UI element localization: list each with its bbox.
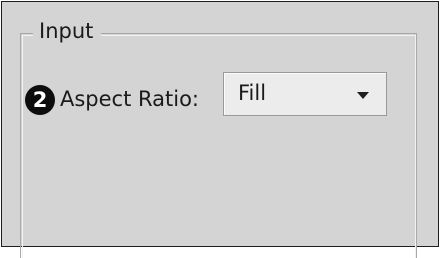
chevron-down-icon (357, 92, 369, 99)
aspect-ratio-selected-value: Fill (238, 81, 267, 105)
numbered-callout-icon: 2 (25, 85, 55, 115)
input-groupbox (20, 33, 417, 258)
group-title: Input (33, 17, 102, 45)
aspect-ratio-dropdown[interactable]: Fill (223, 72, 387, 116)
input-settings-panel: Input 2 Aspect Ratio: Fill (1, 1, 439, 258)
callout-number: 2 (32, 88, 48, 112)
aspect-ratio-label: Aspect Ratio: (60, 87, 200, 111)
